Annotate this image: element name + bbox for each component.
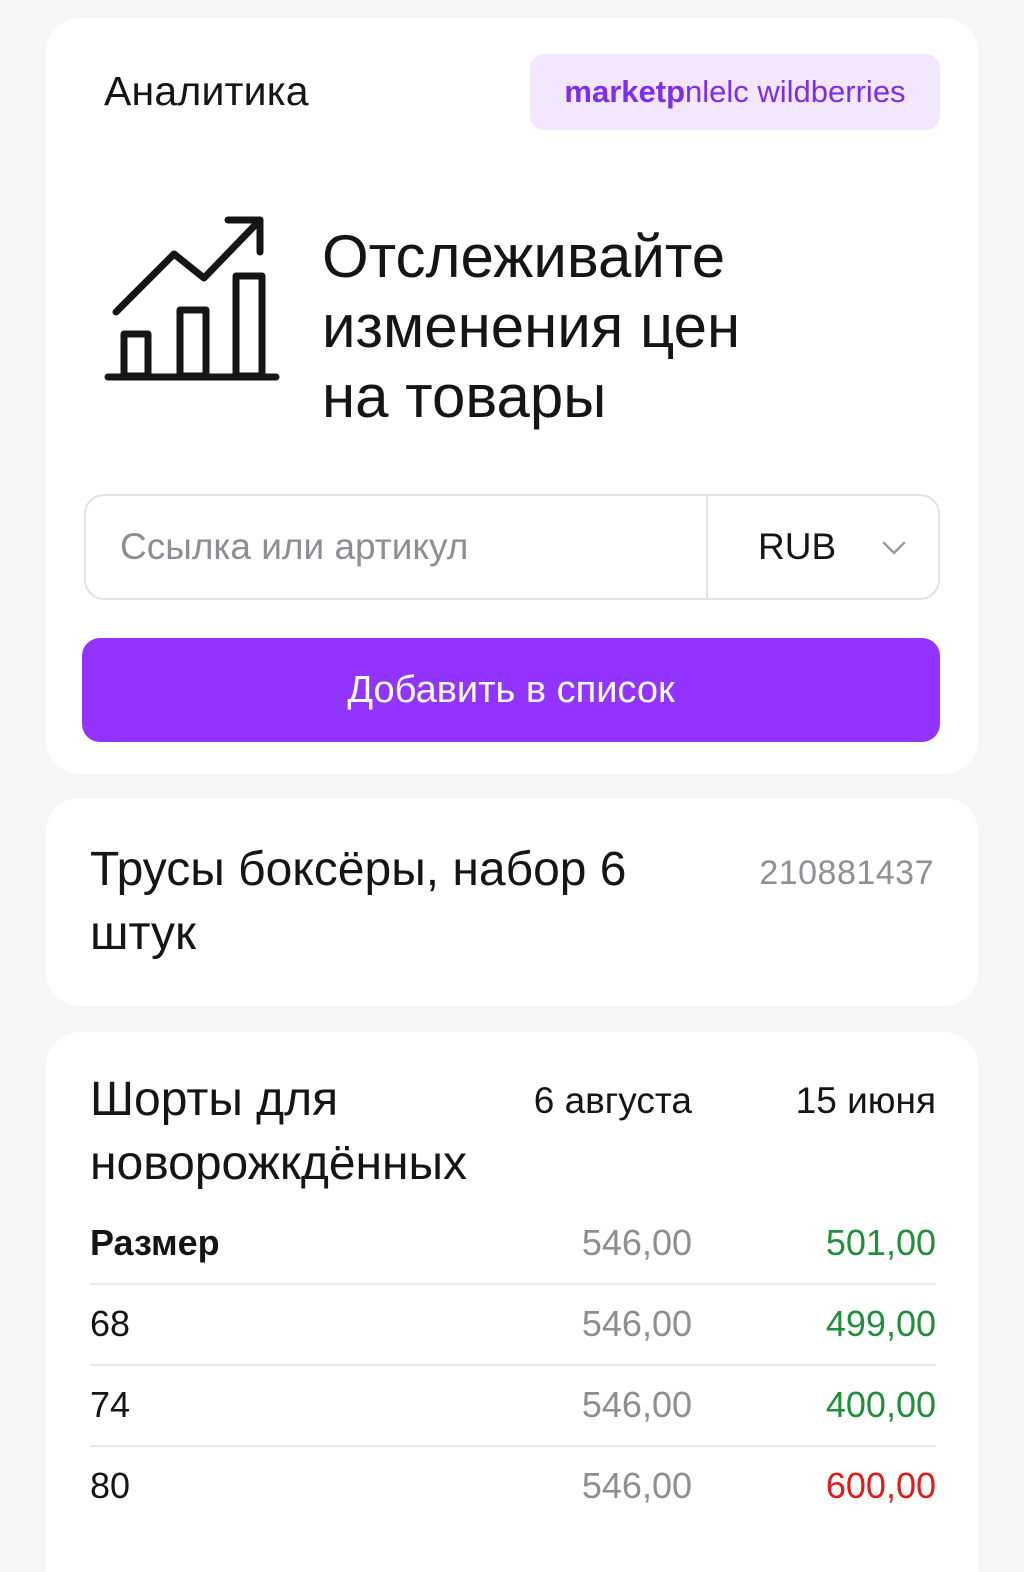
product-article: 210881437 <box>759 854 934 892</box>
new-price-cell: 501,00 <box>825 1222 936 1263</box>
search-row: RUB <box>84 494 940 600</box>
table-row: Размер 546,00 501,00 <box>90 1204 936 1285</box>
price-table-title: Шорты для новорожкдённых <box>90 1073 468 1190</box>
marketplace-badge-text: nlelc wildberries <box>685 74 906 109</box>
chart-growth-icon <box>104 208 282 386</box>
currency-value: RUB <box>758 526 837 567</box>
new-price-cell: 499,00 <box>825 1303 936 1344</box>
old-price-cell: 546,00 <box>581 1384 692 1425</box>
tracker-card: Аналитика marketp nlelc wildberries Отсле… <box>46 18 978 774</box>
price-table: Размер 546,00 501,00 68 546,00 499,00 74… <box>90 1204 936 1528</box>
marketplace-badge-bold: marketp <box>564 74 686 109</box>
column-date-header: 6 августа <box>533 1080 692 1121</box>
marketplace-badge[interactable]: marketp nlelc wildberries <box>530 54 940 130</box>
chevron-down-icon <box>882 541 906 555</box>
page-title: Аналитика <box>104 68 309 114</box>
old-price-cell: 546,00 <box>581 1222 692 1263</box>
hero-line: на товары <box>322 363 607 430</box>
size-cell: 80 <box>90 1465 131 1506</box>
table-row: 74 546,00 400,00 <box>90 1366 936 1447</box>
old-price-cell: 546,00 <box>581 1303 692 1344</box>
new-price-cell: 400,00 <box>825 1384 936 1425</box>
size-cell: 74 <box>90 1384 131 1425</box>
size-cell: 68 <box>90 1303 131 1344</box>
price-history-card: Шорты для новорожкдённых 6 августа 15 ию… <box>46 1032 978 1572</box>
product-link-input[interactable] <box>86 496 706 598</box>
hero-heading: Отслеживайте изменения цен на товары <box>322 222 842 432</box>
table-row: 80 546,00 600,00 <box>90 1447 936 1528</box>
hero-line: Отслеживайте <box>322 223 726 290</box>
new-price-cell: 600,00 <box>825 1465 936 1506</box>
column-date-header: 15 июня <box>795 1080 936 1121</box>
old-price-cell: 546,00 <box>581 1465 692 1506</box>
size-cell: Размер <box>90 1222 220 1263</box>
product-title: Трусы боксёры, набор 6 штук <box>90 843 627 960</box>
add-to-list-button[interactable]: Добавить в список <box>82 638 940 742</box>
product-card[interactable]: Трусы боксёры, набор 6 штук 210881437 <box>46 798 978 1006</box>
currency-select[interactable]: RUB <box>706 496 938 598</box>
hero-line: изменения цен <box>322 293 741 360</box>
table-row: 68 546,00 499,00 <box>90 1285 936 1366</box>
